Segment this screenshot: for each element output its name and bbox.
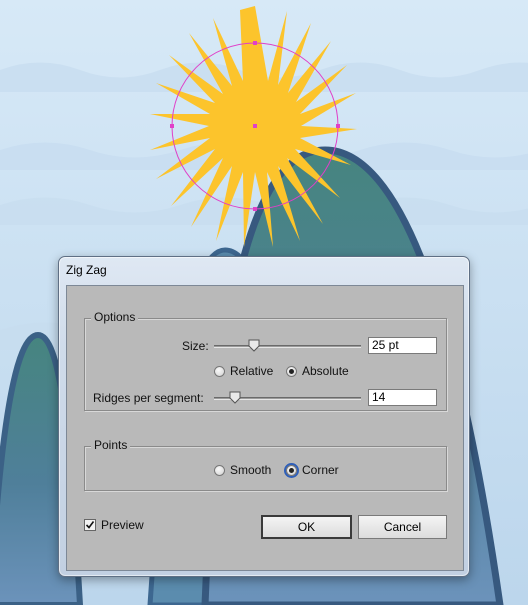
points-group: Points Smooth Corner [84, 438, 447, 491]
ridges-slider[interactable] [214, 391, 361, 404]
canvas: Zig Zag Options Size: 25 pt Relative Abs… [0, 0, 528, 605]
smooth-label[interactable]: Smooth [230, 463, 271, 477]
anchor-point-left [170, 124, 174, 128]
zig-zag-dialog: Zig Zag Options Size: 25 pt Relative Abs… [58, 256, 470, 577]
anchor-point-top [253, 41, 257, 45]
relative-label[interactable]: Relative [230, 364, 273, 378]
absolute-label[interactable]: Absolute [302, 364, 349, 378]
corner-radio[interactable] [286, 465, 297, 476]
size-label: Size: [182, 339, 209, 353]
size-slider[interactable] [214, 339, 361, 352]
preview-checkbox[interactable] [84, 519, 96, 531]
dialog-body: Options Size: 25 pt Relative Absolute Ri… [66, 285, 464, 571]
corner-label[interactable]: Corner [302, 463, 339, 477]
absolute-radio[interactable] [286, 366, 297, 377]
options-group: Options Size: 25 pt Relative Absolute Ri… [84, 310, 447, 411]
center-point [253, 124, 257, 128]
size-input[interactable]: 25 pt [368, 337, 437, 354]
relative-radio[interactable] [214, 366, 225, 377]
ridges-label: Ridges per segment: [93, 391, 204, 405]
dialog-title: Zig Zag [66, 263, 107, 277]
ok-button[interactable]: OK [261, 515, 352, 539]
preview-label[interactable]: Preview [101, 518, 144, 532]
anchor-point-right [336, 124, 340, 128]
points-legend: Points [91, 438, 131, 452]
ridges-input[interactable]: 14 [368, 389, 437, 406]
cancel-button[interactable]: Cancel [358, 515, 447, 539]
smooth-radio[interactable] [214, 465, 225, 476]
anchor-point-bottom [253, 207, 257, 211]
options-legend: Options [91, 310, 139, 324]
